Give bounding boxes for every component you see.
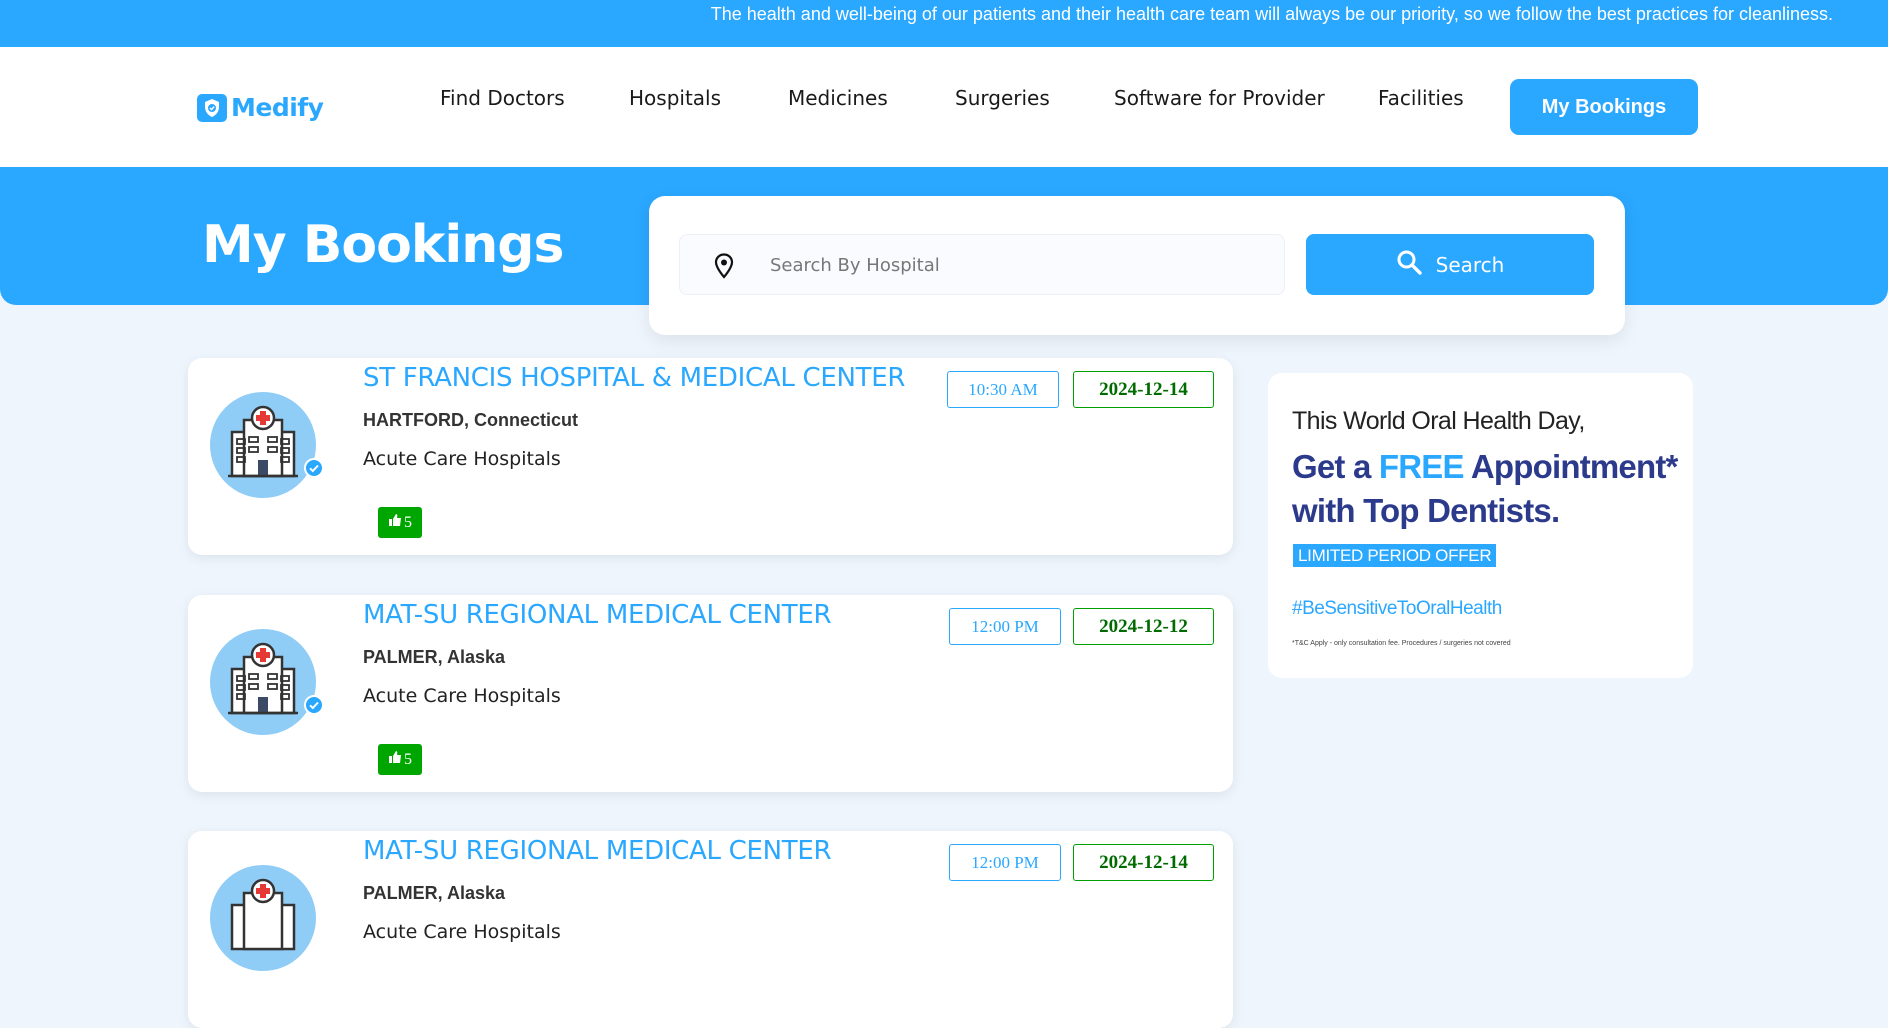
page-title: My Bookings (202, 215, 564, 275)
logo[interactable]: Medify (197, 93, 324, 122)
logo-text: Medify (231, 93, 324, 122)
promo-terms: *T&C Apply - only consultation fee. Proc… (1292, 640, 1511, 647)
rating-badge: 5 (378, 744, 422, 775)
hospital-avatar (210, 629, 316, 735)
nav-hospitals[interactable]: Hospitals (629, 86, 721, 110)
announcement-bar: The health and well-being of our patient… (0, 0, 1888, 47)
shield-icon (197, 93, 227, 122)
thumbs-up-icon (388, 513, 402, 532)
verified-check-icon (304, 458, 324, 478)
hospital-avatar (210, 392, 316, 498)
hospital-name[interactable]: ST FRANCIS HOSPITAL & MEDICAL CENTER (363, 363, 905, 393)
hospital-location: PALMER, Alaska (363, 647, 506, 667)
hospital-building-icon (230, 878, 296, 951)
nav-software-for-provider[interactable]: Software for Provider (1114, 86, 1325, 110)
thumbs-up-icon (388, 750, 402, 769)
booking-date-badge: 2024-12-14 (1073, 371, 1214, 408)
hospital-type: Acute Care Hospitals (363, 921, 561, 943)
hospital-building-icon (228, 642, 298, 715)
promo-line-3: with Top Dentists. (1292, 492, 1560, 529)
my-bookings-button[interactable]: My Bookings (1510, 79, 1698, 135)
rating-count: 5 (404, 513, 412, 531)
verified-check-icon (304, 695, 324, 715)
promo-line-2c: Appointment* (1463, 448, 1679, 485)
booking-time-badge: 12:00 PM (949, 844, 1061, 881)
hospital-name[interactable]: MAT-SU REGIONAL MEDICAL CENTER (363, 600, 832, 630)
navbar: Medify Find Doctors Hospitals Medicines … (0, 47, 1888, 167)
hospital-type: Acute Care Hospitals (363, 448, 561, 470)
search-button-label: Search (1435, 252, 1505, 277)
rating-badge: 5 (378, 507, 422, 538)
search-field (679, 234, 1285, 296)
promo-hashtag: #BeSensitiveToOralHealth (1292, 598, 1502, 619)
hospital-building-icon (228, 405, 298, 478)
booking-card: MAT-SU REGIONAL MEDICAL CENTER PALMER, A… (188, 595, 1233, 792)
search-input[interactable] (768, 235, 1272, 296)
hospital-location: PALMER, Alaska (363, 883, 506, 903)
nav-medicines[interactable]: Medicines (788, 86, 888, 110)
hospital-name[interactable]: MAT-SU REGIONAL MEDICAL CENTER (363, 836, 832, 866)
rating-count: 5 (404, 750, 412, 768)
promo-free: FREE (1378, 448, 1465, 485)
booking-time-badge: 12:00 PM (949, 608, 1061, 645)
hospital-location: HARTFORD, Connecticut (363, 410, 578, 430)
search-card: Search (649, 196, 1625, 335)
booking-time-badge: 10:30 AM (947, 371, 1059, 408)
booking-card: ST FRANCIS HOSPITAL & MEDICAL CENTER HAR… (188, 358, 1233, 555)
announcement-text: The health and well-being of our patient… (710, 4, 1833, 24)
promo-offer-badge: LIMITED PERIOD OFFER (1293, 544, 1497, 567)
promo-line-2a: Get a (1292, 448, 1379, 485)
booking-card: MAT-SU REGIONAL MEDICAL CENTER PALMER, A… (188, 831, 1233, 1028)
booking-date-badge: 2024-12-12 (1073, 608, 1214, 645)
magnifier-icon (1396, 249, 1422, 280)
hospital-type: Acute Care Hospitals (363, 685, 561, 707)
hospital-avatar (210, 865, 316, 971)
nav-find-doctors[interactable]: Find Doctors (440, 86, 565, 110)
booking-date-badge: 2024-12-14 (1073, 844, 1214, 881)
location-pin-icon (714, 253, 734, 284)
promo-banner[interactable]: This World Oral Health Day, Get a FREE A… (1268, 373, 1693, 678)
promo-line-1: This World Oral Health Day, (1292, 407, 1585, 435)
nav-facilities[interactable]: Facilities (1378, 86, 1464, 110)
search-button[interactable]: Search (1306, 234, 1594, 295)
promo-line-2: Get a FREE Appointment* (1292, 447, 1678, 487)
nav-surgeries[interactable]: Surgeries (955, 86, 1050, 110)
